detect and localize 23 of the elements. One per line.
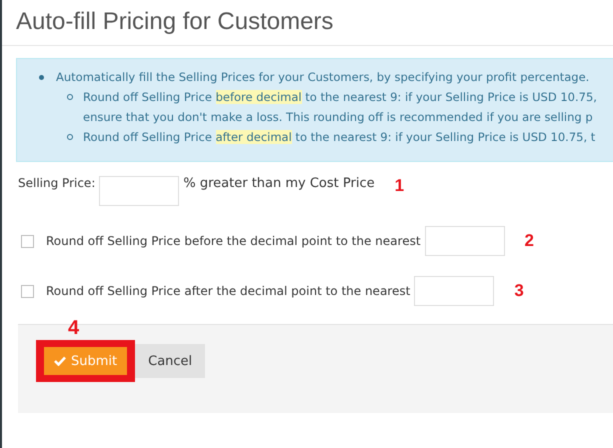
info-text: Automatically fill the Selling Prices for your Customers, by specifying your profit percentage. xyxy=(56,69,590,86)
info-text: Round off Selling Price before decimal to the nearest 9: if your Selling Price is USD 10.75, xyxy=(83,89,597,106)
checkbox-label: Round off Selling Price after the decimal point to the nearest xyxy=(46,284,410,298)
nearest-field[interactable] xyxy=(424,226,505,256)
annotation-number: 4 xyxy=(68,317,80,340)
bullet-icon xyxy=(67,94,73,100)
annotation-number: 2 xyxy=(524,231,534,251)
nearest-field[interactable] xyxy=(414,276,494,306)
dialog-title: Auto-fill Pricing for Customers xyxy=(2,0,613,46)
field-label: Selling Price: xyxy=(18,176,96,190)
checkbox[interactable] xyxy=(21,234,34,248)
annotation-number: 3 xyxy=(514,281,524,301)
field-suffix: % greater than my Cost Price xyxy=(183,176,375,191)
cancel-button[interactable]: Cancel xyxy=(135,344,206,378)
checkbox[interactable] xyxy=(21,284,34,298)
checkbox-label: Round off Selling Price before the decimal point to the nearest xyxy=(46,234,421,248)
check-icon xyxy=(54,356,66,366)
annotation-number: 1 xyxy=(394,176,404,196)
bullet-icon xyxy=(39,74,44,80)
bullet-icon xyxy=(67,134,73,140)
info-text: ensure that you don't make a loss. This rounding off is recommended if you are selling p xyxy=(83,110,593,124)
info-text: Round off Selling Price after decimal to the nearest 9: if your Selling Price is USD 10.75, t xyxy=(83,129,596,146)
percent-field[interactable] xyxy=(99,176,180,206)
